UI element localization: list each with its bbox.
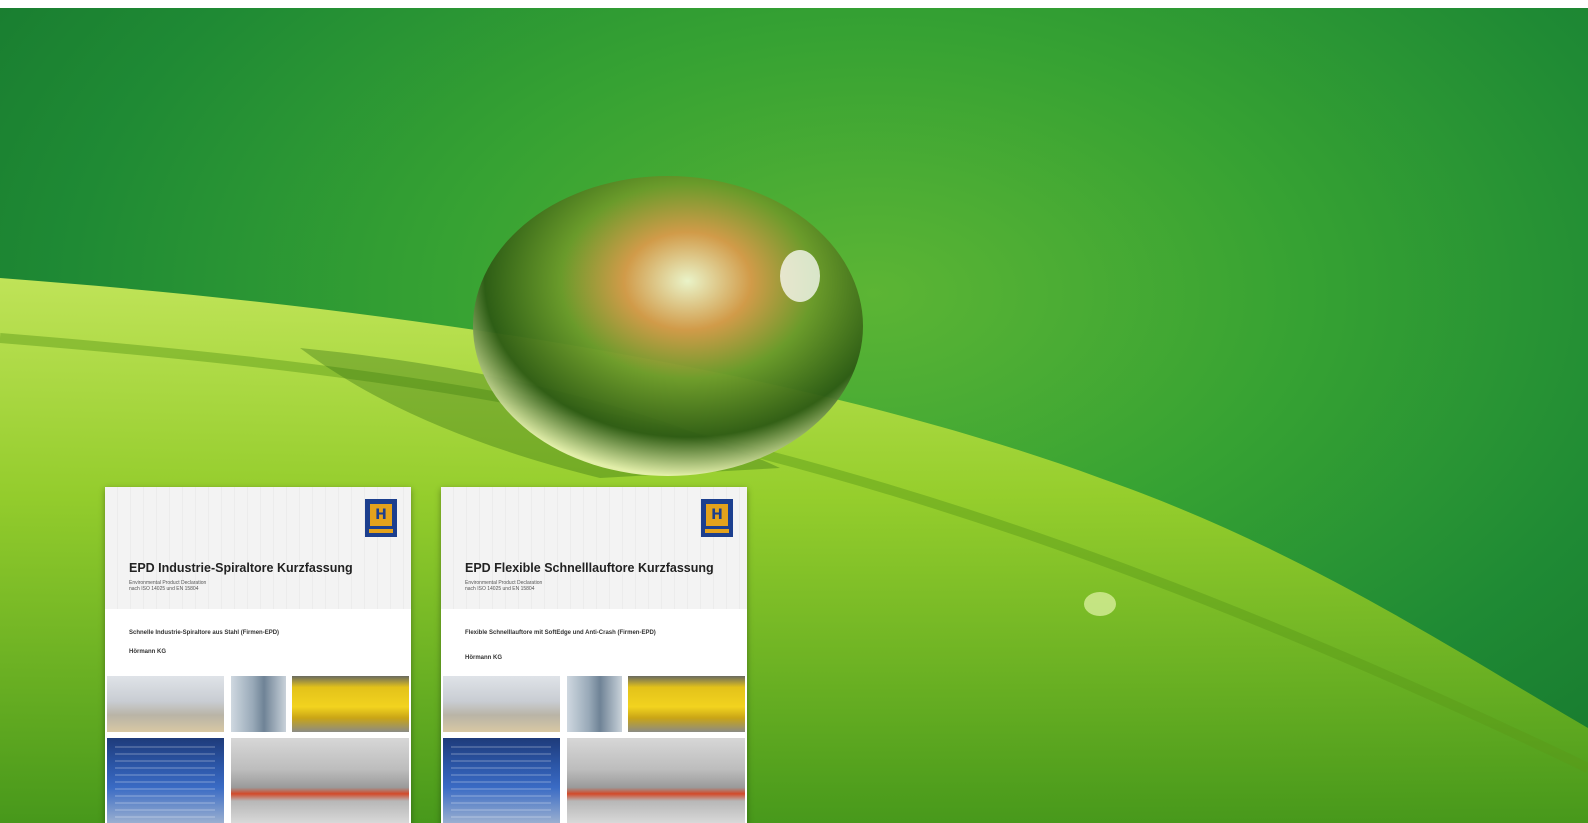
photo-warehouse	[443, 676, 560, 732]
cover-description: Schnelle Industrie-Spiraltore aus Stahl …	[129, 630, 280, 636]
small-droplet	[1084, 592, 1116, 616]
photo-building-facade	[567, 738, 745, 823]
cover-company: Hörmann KG	[465, 655, 503, 661]
photo-blue-door	[443, 738, 560, 823]
photo-yellow-door	[628, 676, 745, 732]
hero-banner: H EPD Industrie-Spiraltore Kurzfassung E…	[0, 8, 1588, 823]
photo-yellow-door	[292, 676, 409, 732]
photo-building-facade	[231, 738, 409, 823]
cover-company: Hörmann KG	[129, 649, 167, 655]
hoermann-logo-icon: H	[365, 499, 397, 537]
photo-blue-door	[107, 738, 224, 823]
hoermann-logo-icon: H	[701, 499, 733, 537]
cover-title: EPD Flexible Schnelllauftore Kurzfassung	[465, 561, 714, 575]
cover-description: Flexible Schnelllauftore mit SoftEdge un…	[465, 630, 656, 636]
brochure-cover-industrie-spiraltore[interactable]: H EPD Industrie-Spiraltore Kurzfassung E…	[105, 487, 411, 823]
cover-title: EPD Industrie-Spiraltore Kurzfassung	[129, 561, 353, 575]
photo-spiral-door	[567, 676, 622, 732]
water-drop-highlight	[780, 250, 820, 302]
brochure-cover-flexible-schnelllauftore[interactable]: H EPD Flexible Schnelllauftore Kurzfassu…	[441, 487, 747, 823]
cover-subtitle: Environmental Product Declaration nach I…	[129, 580, 207, 592]
cover-subtitle: Environmental Product Declaration nach I…	[465, 580, 543, 592]
photo-warehouse	[107, 676, 224, 732]
photo-spiral-door	[231, 676, 286, 732]
water-drop	[473, 176, 863, 476]
